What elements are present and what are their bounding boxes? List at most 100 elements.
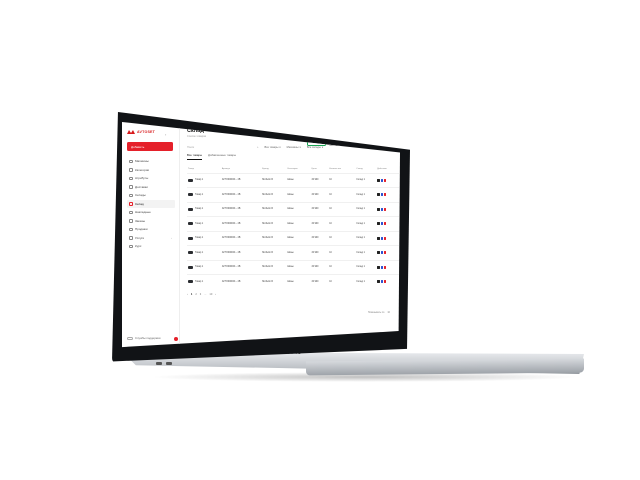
tab-added-products[interactable]: Добавленные товары [208, 153, 236, 160]
tab-all-products[interactable]: Все товары [187, 153, 202, 160]
sidebar-item[interactable]: Доставки [127, 183, 175, 192]
sidebar-item[interactable]: Склад [127, 199, 175, 208]
table-cell: 34 900 [310, 274, 329, 289]
sidebar-item[interactable]: Атрибуты [127, 174, 175, 183]
sidebar-item[interactable]: Услуги › [127, 234, 175, 243]
table-cell: 34 900 [310, 259, 329, 275]
sidebar-item-label: Склады [135, 193, 146, 198]
prev-page-icon[interactable]: ‹ [187, 293, 188, 296]
page-number[interactable]: 10 [209, 293, 212, 296]
table-cell: Шины [286, 216, 311, 231]
filter-label: Все склады [306, 146, 321, 149]
table-row[interactable]: Товар 1 AVTO000001 - 4В Michelin R Шины 34 9… [187, 230, 399, 246]
table-row[interactable]: Товар 1 AVTO000001 - 4В Michelin R Шины 34 9… [187, 274, 399, 289]
sidebar-item[interactable]: Продажи [127, 225, 175, 234]
toggle-switch[interactable] [127, 336, 133, 340]
view-icon[interactable] [377, 236, 380, 240]
table-cell: Michelin R [261, 216, 287, 231]
edit-icon[interactable] [380, 193, 384, 197]
table-row[interactable]: Товар 1 AVTO000001 - 4В Michelin R Шины 34 9… [187, 172, 399, 188]
filter-warehouses[interactable]: Все склады ▾ [307, 146, 323, 149]
table-cell: Товар 1 [187, 274, 221, 289]
product-thumbnail [188, 193, 193, 197]
view-icon[interactable] [377, 251, 380, 255]
add-button[interactable]: Добавить [127, 142, 173, 151]
filter-stores[interactable]: Магазины ▾ [287, 146, 301, 149]
page-number[interactable]: ... [204, 293, 206, 296]
view-icon[interactable] [377, 178, 380, 182]
delete-icon[interactable] [383, 222, 387, 226]
delete-icon[interactable] [383, 236, 387, 240]
table-cell: Michelin R [261, 172, 287, 188]
category-icon [129, 168, 133, 172]
support-toggle-row[interactable]: Службы поддержки [127, 336, 160, 340]
column-header[interactable]: Бренд [261, 165, 286, 174]
per-page-label: Показывать по [367, 311, 385, 314]
sidebar-item[interactable]: Заказы [127, 217, 175, 226]
sidebar-item-label: Продажи [135, 227, 148, 232]
column-header[interactable]: Артикул [221, 165, 261, 174]
edit-icon[interactable] [380, 178, 384, 182]
table-row[interactable]: Товар 1 AVTO000001 - 4В Michelin R Шины 34 9… [187, 216, 399, 231]
view-icon[interactable] [377, 222, 380, 226]
edit-icon[interactable] [380, 207, 384, 211]
edit-icon[interactable] [380, 236, 384, 240]
column-header[interactable]: Склад [355, 165, 376, 174]
table-row[interactable]: Товар 1 AVTO000001 - 4В Michelin R Шины 34 9… [187, 187, 399, 202]
filter-all-products[interactable]: Все товары ▾ [264, 146, 280, 149]
notification-dot[interactable] [174, 337, 178, 341]
column-header[interactable]: Количество [328, 165, 355, 174]
table-cell: Склад 1 [355, 230, 377, 246]
next-page-icon[interactable]: › [215, 293, 216, 296]
add-product-label: Добавить новый товар [360, 139, 388, 143]
column-header[interactable]: Товар [187, 165, 221, 174]
table-row[interactable]: Товар 1 AVTO000001 - 4В Michelin R Шины 34 9… [187, 201, 399, 217]
view-icon[interactable] [377, 207, 380, 211]
table-cell: 34 900 [310, 245, 329, 260]
product-name: Товар 1 [195, 251, 204, 254]
app-logo[interactable]: AVTOSET [127, 130, 175, 134]
column-header[interactable]: Цена [310, 165, 328, 174]
search-icon[interactable]: ⌕ [257, 146, 258, 149]
delete-icon[interactable] [383, 207, 387, 211]
sidebar-item[interactable]: Курс [127, 242, 175, 251]
sidebar-item[interactable]: Склады [127, 191, 175, 200]
page-number[interactable]: 3 [200, 293, 201, 296]
sidebar-item[interactable]: Магазины [127, 157, 175, 166]
edit-icon[interactable] [380, 251, 384, 255]
sidebar-item[interactable]: Накладные [127, 208, 175, 217]
sidebar-item[interactable]: Категории [127, 166, 175, 175]
edit-icon[interactable] [380, 222, 384, 226]
table-cell: 34 900 [310, 201, 329, 217]
table-cell: Michelin R [261, 274, 287, 289]
sidebar-item-label: Склад [135, 201, 144, 206]
table-cell: Michelin R [261, 230, 287, 246]
view-icon[interactable] [377, 280, 380, 284]
column-header[interactable]: Категория [286, 165, 310, 174]
delete-icon[interactable] [383, 280, 387, 284]
table-cell: 34 900 [310, 172, 329, 188]
sidebar-item-label: Атрибуты [135, 176, 149, 181]
delete-icon[interactable] [383, 251, 387, 255]
delete-icon[interactable] [383, 265, 387, 269]
edit-icon[interactable] [380, 280, 384, 284]
page-number[interactable]: 1 [191, 293, 192, 296]
table-cell: Склад 1 [355, 201, 377, 217]
per-page-select[interactable]: Показывать по 10 [368, 311, 390, 314]
attribute-icon [129, 176, 133, 180]
column-header[interactable]: Действия [376, 165, 399, 174]
delete-icon[interactable] [383, 178, 387, 182]
product-cell: Товар 1 [188, 222, 220, 226]
table-row[interactable]: Товар 1 AVTO000001 - 4В Michelin R Шины 34 9… [187, 245, 399, 260]
table-cell: Товар 1 [187, 245, 221, 260]
delivery-icon [129, 185, 133, 189]
view-icon[interactable] [377, 193, 380, 197]
delete-icon[interactable] [383, 193, 387, 197]
view-icon[interactable] [377, 265, 380, 269]
table-row[interactable]: Товар 1 AVTO000001 - 4В Michelin R Шины 34 9… [187, 259, 399, 275]
chevron-down-icon: ▾ [299, 146, 301, 149]
page-number[interactable]: 2 [195, 293, 196, 296]
edit-icon[interactable] [380, 265, 384, 269]
search-input[interactable]: Поиск [187, 146, 257, 149]
chevron-left-icon[interactable]: ‹ [165, 132, 166, 137]
